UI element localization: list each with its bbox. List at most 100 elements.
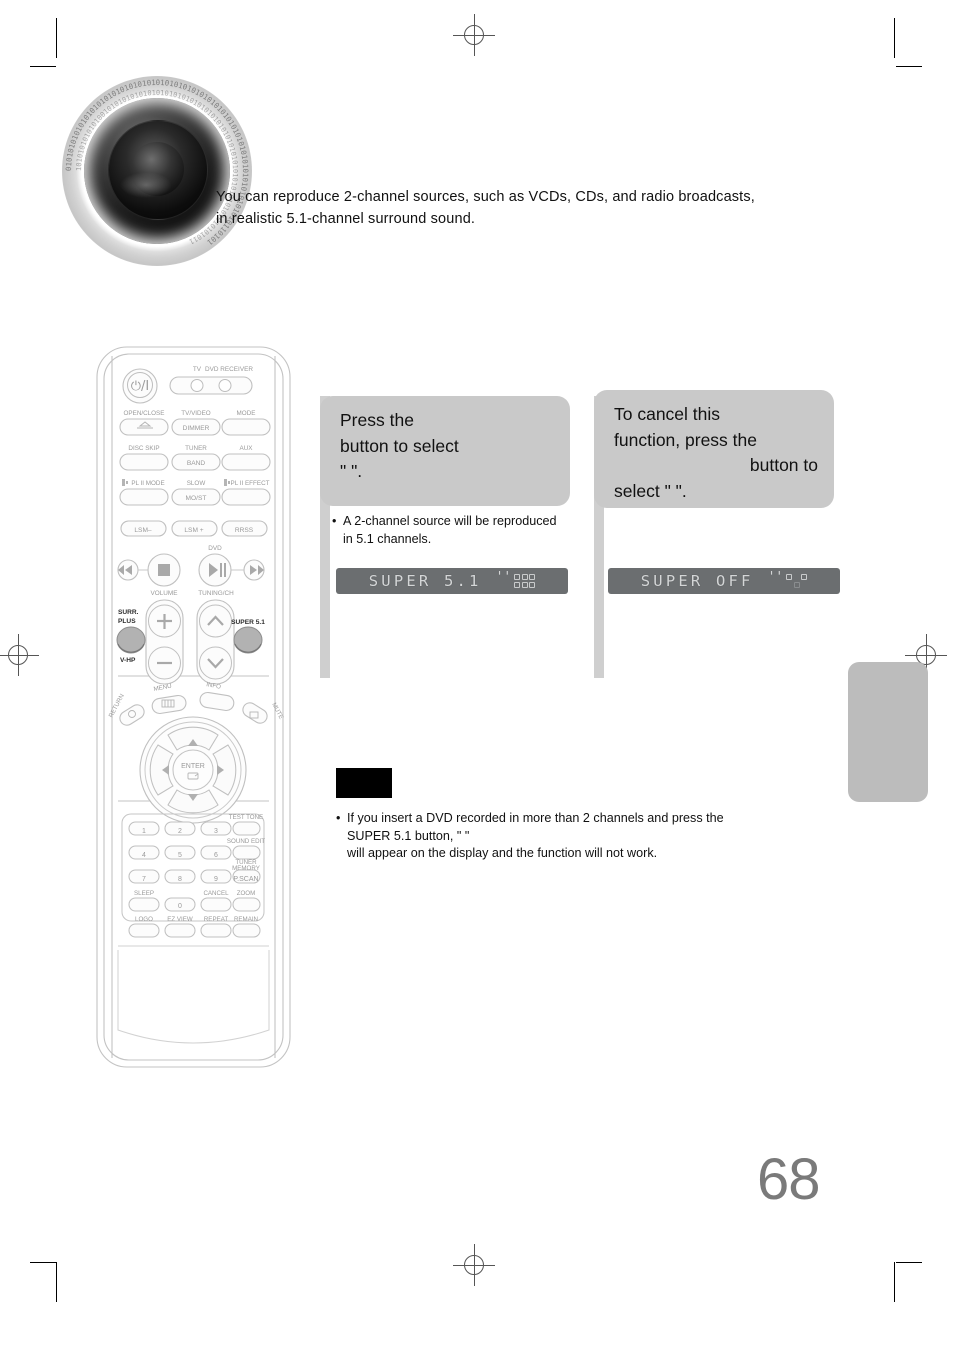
svg-text:LOGO: LOGO bbox=[135, 916, 153, 923]
registration-mark-top bbox=[453, 14, 495, 56]
callout2-line-4: select " ". bbox=[614, 480, 687, 501]
svg-text:8: 8 bbox=[178, 876, 182, 883]
speaker-channel-grid bbox=[514, 574, 536, 588]
crop-mark-bottom-right-vertical bbox=[894, 1262, 895, 1302]
bullet-2channel-note: • A 2-channel source will be reproduced … bbox=[332, 513, 582, 548]
speaker-cell-center bbox=[521, 574, 528, 581]
intro-line-1: You can reproduce 2-channel sources, suc… bbox=[216, 189, 755, 205]
speaker-cell-front-right bbox=[529, 574, 536, 581]
lcd-quote-icon: '' bbox=[495, 570, 512, 586]
svg-text:V-HP: V-HP bbox=[120, 657, 136, 664]
svg-text:TV: TV bbox=[193, 366, 202, 373]
callout2-line-3: button to bbox=[749, 455, 818, 475]
callout-line-3: " ". bbox=[340, 461, 363, 481]
svg-text:BAND: BAND bbox=[187, 460, 206, 467]
speaker-cell-center-2 bbox=[794, 574, 800, 580]
svg-text:DVD: DVD bbox=[208, 545, 222, 552]
page-number: 68 bbox=[757, 1147, 821, 1212]
svg-text:RRSS: RRSS bbox=[235, 527, 254, 534]
chapter-side-tab bbox=[848, 662, 928, 802]
svg-text:TEST TONE: TEST TONE bbox=[229, 814, 263, 821]
lcd-display-super-51: SUPER 5.1 '' bbox=[336, 568, 568, 594]
bullet-dot: • bbox=[332, 514, 337, 528]
note-bullet: • If you insert a DVD recorded in more t… bbox=[336, 810, 816, 863]
callout-cancel-function: To cancel this function, press the butto… bbox=[594, 390, 834, 508]
svg-text:PL II EFFECT: PL II EFFECT bbox=[231, 480, 270, 487]
crop-mark-bottom-right-horizontal bbox=[896, 1262, 922, 1263]
speaker-cell-surround-right bbox=[529, 581, 536, 588]
speaker-cell-surround-left-2 bbox=[786, 582, 792, 588]
note-line-1: If you insert a DVD recorded in more tha… bbox=[347, 811, 724, 825]
speaker-cell-front-left bbox=[514, 574, 521, 581]
note-bullet-dot: • bbox=[336, 811, 341, 825]
callout-press-button: Press the button to select " ". bbox=[320, 396, 570, 506]
svg-text:5: 5 bbox=[178, 852, 182, 859]
crop-mark-top-right-vertical bbox=[894, 18, 895, 58]
svg-text:CANCEL: CANCEL bbox=[203, 890, 229, 897]
bullet-line-1: A 2-channel source will be reproduced bbox=[343, 514, 557, 528]
svg-text:EZ VIEW: EZ VIEW bbox=[167, 916, 193, 923]
svg-text:SLOW: SLOW bbox=[187, 480, 206, 487]
svg-text:DISC SKIP: DISC SKIP bbox=[128, 445, 159, 452]
callout2-line-1: To cancel this bbox=[614, 404, 721, 424]
speaker-cell-surround-right-2 bbox=[801, 582, 807, 588]
note-line-3: will appear on the display and the funct… bbox=[347, 846, 658, 860]
crop-mark-bottom-left-vertical bbox=[56, 1262, 57, 1302]
callout-line-2: button to select bbox=[340, 435, 459, 456]
svg-text:OPEN/CLOSE: OPEN/CLOSE bbox=[124, 410, 165, 417]
callout2-line-2: function, press the bbox=[614, 429, 757, 450]
svg-text:TV/VIDEO: TV/VIDEO bbox=[181, 410, 210, 417]
svg-text:LSM +: LSM + bbox=[184, 527, 203, 534]
intro-line-2: in realistic 5.1-channel surround sound. bbox=[216, 211, 476, 227]
lcd-speaker-indicator-group-1: '' bbox=[495, 570, 536, 588]
note-line-2: SUPER 5.1 button, " " bbox=[347, 828, 470, 843]
registration-mark-bottom bbox=[453, 1244, 495, 1286]
svg-text:REPEAT: REPEAT bbox=[204, 916, 229, 923]
svg-text:2: 2 bbox=[178, 828, 182, 835]
crop-mark-top-left-horizontal bbox=[30, 66, 56, 67]
speaker-cell-surround-left bbox=[514, 581, 521, 588]
svg-text:LSM–: LSM– bbox=[134, 527, 152, 534]
crop-mark-bottom-left-horizontal bbox=[30, 1262, 56, 1263]
svg-text:MEMORY: MEMORY bbox=[232, 865, 260, 872]
svg-text:P.SCAN: P.SCAN bbox=[233, 876, 258, 883]
speaker-highlight bbox=[120, 172, 172, 198]
svg-text:REMAIN: REMAIN bbox=[234, 916, 258, 923]
svg-text:9: 9 bbox=[214, 876, 218, 883]
svg-text:3: 3 bbox=[214, 828, 218, 835]
intro-paragraph: You can reproduce 2-channel sources, suc… bbox=[216, 186, 836, 230]
remote-control-illustration: ⏻/I TV DVD RECEIVER OPEN/CLOSE TV/VIDEO … bbox=[96, 346, 291, 1068]
svg-text:MODE: MODE bbox=[237, 410, 256, 417]
speaker-cell-front-right-2 bbox=[801, 574, 808, 581]
svg-text:0: 0 bbox=[178, 903, 182, 910]
svg-text:SUPER 5.1: SUPER 5.1 bbox=[231, 619, 265, 626]
svg-text:6: 6 bbox=[214, 852, 218, 859]
svg-text:ENTER: ENTER bbox=[181, 763, 205, 770]
svg-text:TUNER: TUNER bbox=[185, 445, 207, 452]
svg-text:INFO: INFO bbox=[206, 681, 222, 691]
svg-text:7: 7 bbox=[142, 876, 146, 883]
svg-text:SURR.: SURR. bbox=[118, 609, 139, 616]
svg-text:⏻/I: ⏻/I bbox=[131, 379, 150, 394]
svg-text:PL II MODE: PL II MODE bbox=[131, 480, 164, 487]
speaker-cell-front-left-2 bbox=[786, 574, 793, 581]
svg-text:MENU: MENU bbox=[153, 683, 172, 693]
callout-line-1: Press the bbox=[340, 410, 414, 430]
svg-text:DVD RECEIVER: DVD RECEIVER bbox=[205, 366, 253, 373]
registration-mark-left bbox=[0, 634, 39, 676]
svg-text:DIMMER: DIMMER bbox=[183, 425, 210, 432]
svg-text:TUNING/CH: TUNING/CH bbox=[198, 590, 234, 597]
svg-text:4: 4 bbox=[142, 852, 146, 859]
crop-mark-top-left-vertical bbox=[56, 18, 57, 58]
speaker-illustration: 0101010101010101010101010101010101010101… bbox=[62, 76, 252, 266]
speaker-cell-subwoofer-2 bbox=[793, 581, 800, 588]
svg-text:SOUND EDIT: SOUND EDIT bbox=[227, 838, 265, 845]
svg-text:1: 1 bbox=[142, 828, 146, 835]
lcd-text-super-off: SUPER OFF bbox=[640, 572, 754, 590]
lcd-speaker-indicator-group-2: '' bbox=[768, 571, 808, 588]
bullet-line-2: in 5.1 channels. bbox=[343, 531, 432, 546]
crop-mark-top-right-horizontal bbox=[896, 66, 922, 67]
lcd-display-super-off: SUPER OFF '' bbox=[608, 568, 840, 594]
svg-text:VOLUME: VOLUME bbox=[151, 590, 178, 597]
svg-text:PLUS: PLUS bbox=[118, 618, 136, 625]
